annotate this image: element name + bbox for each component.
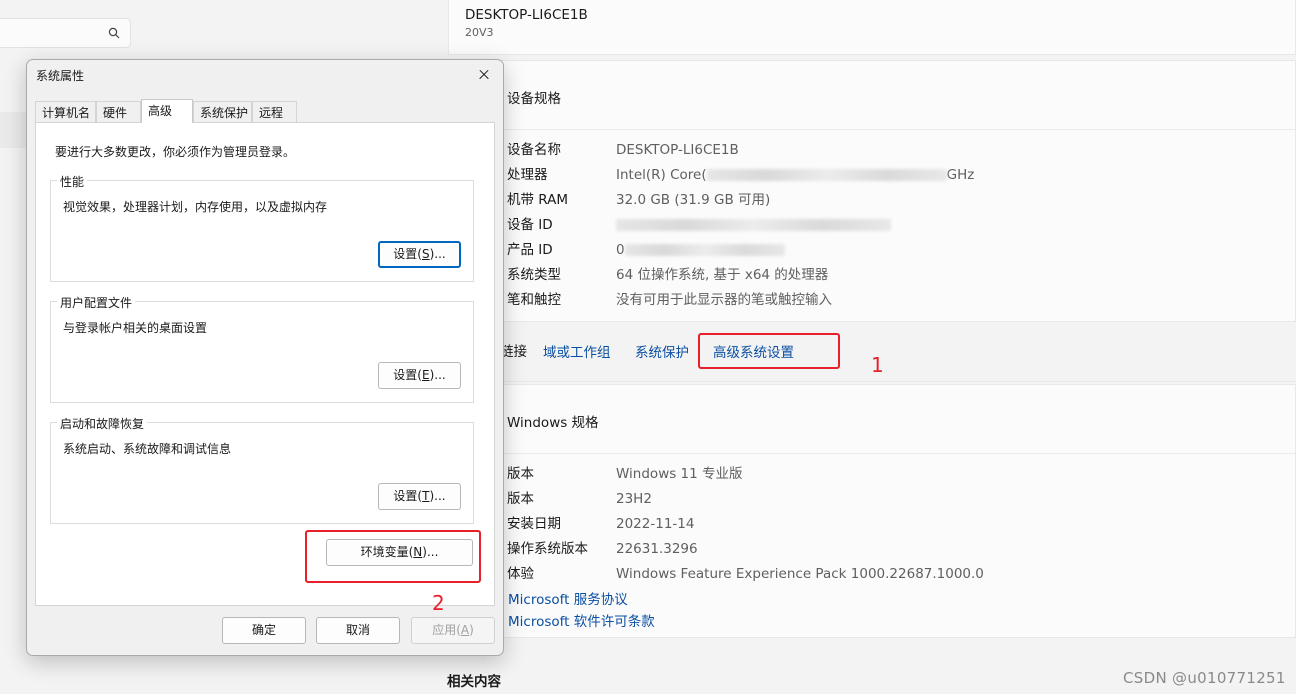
spec-row: 系统类型 64 位操作系统, 基于 x64 的处理器 (507, 263, 828, 283)
spec-row: 版本 23H2 (507, 487, 652, 507)
close-icon[interactable] (469, 62, 499, 88)
device-model: 20V3 (465, 26, 494, 39)
watermark: CSDN @u010771251 (1123, 669, 1286, 687)
group-title: 用户配置文件 (57, 294, 136, 311)
accelerator-key: A (460, 623, 470, 637)
group-description: 系统启动、系统故障和调试信息 (63, 442, 232, 456)
spec-key: 系统类型 (507, 267, 561, 283)
group-description: 与登录帐户相关的桌面设置 (63, 321, 208, 335)
related-links-label: 链接 (500, 344, 527, 360)
system-protection-link[interactable]: 系统保护 (635, 341, 689, 361)
user-profiles-settings-button[interactable]: 设置(E)... (378, 362, 461, 389)
redacted-region (616, 219, 891, 231)
ok-button[interactable]: 确定 (222, 617, 306, 644)
spec-value: 32.0 GB (31.9 GB 可用) (616, 192, 771, 208)
spec-row: 版本 Windows 11 专业版 (507, 462, 743, 482)
spec-key: 版本 (507, 491, 534, 507)
divider (449, 129, 1295, 130)
annotation-box-environment-variables (305, 530, 481, 583)
button-label: 设置 (393, 368, 418, 382)
cancel-button[interactable]: 取消 (316, 617, 400, 644)
tab-computer-name[interactable]: 计算机名 (35, 101, 96, 122)
spec-row: 笔和触控 没有可用于此显示器的笔或触控输入 (507, 288, 832, 308)
spec-row: 机带 RAM 32.0 GB (31.9 GB 可用) (507, 188, 770, 208)
spec-value-tail: GHz (946, 167, 975, 183)
group-description: 视觉效果，处理器计划，内存使用，以及虚拟内存 (63, 200, 328, 214)
spec-row: 设备名称 DESKTOP-LI6CE1B (507, 138, 739, 158)
dialog-title: 系统属性 (36, 69, 85, 83)
device-specs-heading: 设备规格 (507, 91, 561, 107)
button-label: 应用 (432, 623, 457, 637)
device-header-card: DESKTOP-LI6CE1B 20V3 (448, 0, 1296, 55)
spec-value: Windows 11 专业版 (616, 466, 743, 482)
performance-group: 性能 视觉效果，处理器计划，内存使用，以及虚拟内存 设置(S)... (50, 173, 474, 282)
annotation-number: 1 (871, 353, 884, 377)
spec-key: 设备名称 (507, 142, 561, 158)
service-agreement-link[interactable]: Microsoft 服务协议 (508, 588, 628, 608)
performance-settings-button[interactable]: 设置(S)... (378, 241, 461, 268)
button-label: 设置 (393, 489, 418, 503)
spec-value: 2022-11-14 (616, 516, 695, 532)
tab-system-protection[interactable]: 系统保护 (193, 101, 252, 122)
redacted-region (624, 244, 785, 256)
spec-key: 安装日期 (507, 516, 561, 532)
spec-row: 处理器 Intel(R) Core( GHz (507, 163, 974, 183)
device-name: DESKTOP-LI6CE1B (465, 7, 588, 23)
spec-key: 版本 (507, 466, 534, 482)
spec-row: 安装日期 2022-11-14 (507, 512, 694, 532)
group-title: 性能 (57, 173, 88, 190)
spec-value: DESKTOP-LI6CE1B (616, 142, 739, 158)
button-label: 设置 (393, 247, 418, 261)
spec-key: 处理器 (507, 167, 548, 183)
tab-hardware[interactable]: 硬件 (96, 101, 141, 122)
settings-search-box[interactable] (0, 18, 131, 48)
annotation-number: 2 (432, 591, 445, 615)
domain-workgroup-link[interactable]: 域或工作组 (543, 341, 611, 361)
spec-key: 产品 ID (507, 242, 553, 258)
spec-key: 设备 ID (507, 217, 553, 233)
user-profiles-group: 用户配置文件 与登录帐户相关的桌面设置 设置(E)... (50, 294, 474, 403)
spec-row: 操作系统版本 22631.3296 (507, 537, 698, 557)
windows-specs-heading: Windows 规格 (507, 415, 599, 431)
device-specs-card: 设备规格 设备名称 DESKTOP-LI6CE1B 处理器 Intel(R) Cor… (448, 60, 1296, 322)
startup-recovery-settings-button[interactable]: 设置(T)... (378, 483, 461, 510)
spec-row: 产品 ID 0 (507, 238, 785, 258)
spec-value: 22631.3296 (616, 541, 698, 557)
accelerator-key: E (421, 368, 430, 382)
redacted-region (706, 169, 947, 181)
spec-value: 64 位操作系统, 基于 x64 的处理器 (616, 267, 829, 283)
related-content-heading: 相关内容 (447, 674, 501, 690)
license-terms-link[interactable]: Microsoft 软件许可条款 (508, 610, 655, 630)
apply-button[interactable]: 应用(A) (411, 617, 495, 644)
group-title: 启动和故障恢复 (57, 415, 148, 432)
spec-value: Windows Feature Experience Pack 1000.226… (616, 566, 984, 582)
search-icon[interactable] (108, 27, 120, 39)
nav-selected-item[interactable] (0, 112, 28, 148)
spec-value: 0 (616, 242, 625, 258)
spec-value: 23H2 (616, 491, 652, 507)
spec-value: 没有可用于此显示器的笔或触控输入 (616, 292, 832, 308)
spec-key: 机带 RAM (507, 192, 569, 208)
admin-note: 要进行大多数更改，你必须作为管理员登录。 (55, 145, 296, 159)
divider (449, 453, 1295, 454)
windows-specs-card: Windows 规格 版本 Windows 11 专业版 版本 23H2 安装日期 2… (448, 384, 1296, 638)
spec-key: 笔和触控 (507, 292, 561, 308)
annotation-box-advanced-settings (698, 333, 840, 369)
accelerator-key: T (422, 489, 430, 503)
spec-row: 设备 ID (507, 213, 891, 233)
spec-key: 体验 (507, 566, 534, 582)
spec-key: 操作系统版本 (507, 541, 588, 557)
accelerator-key: S (421, 247, 430, 261)
tab-remote[interactable]: 远程 (252, 101, 297, 122)
tab-advanced[interactable]: 高级 (141, 99, 193, 123)
startup-recovery-group: 启动和故障恢复 系统启动、系统故障和调试信息 设置(T)... (50, 415, 474, 524)
spec-row: 体验 Windows Feature Experience Pack 1000.2… (507, 562, 984, 582)
spec-value: Intel(R) Core( (616, 167, 707, 183)
